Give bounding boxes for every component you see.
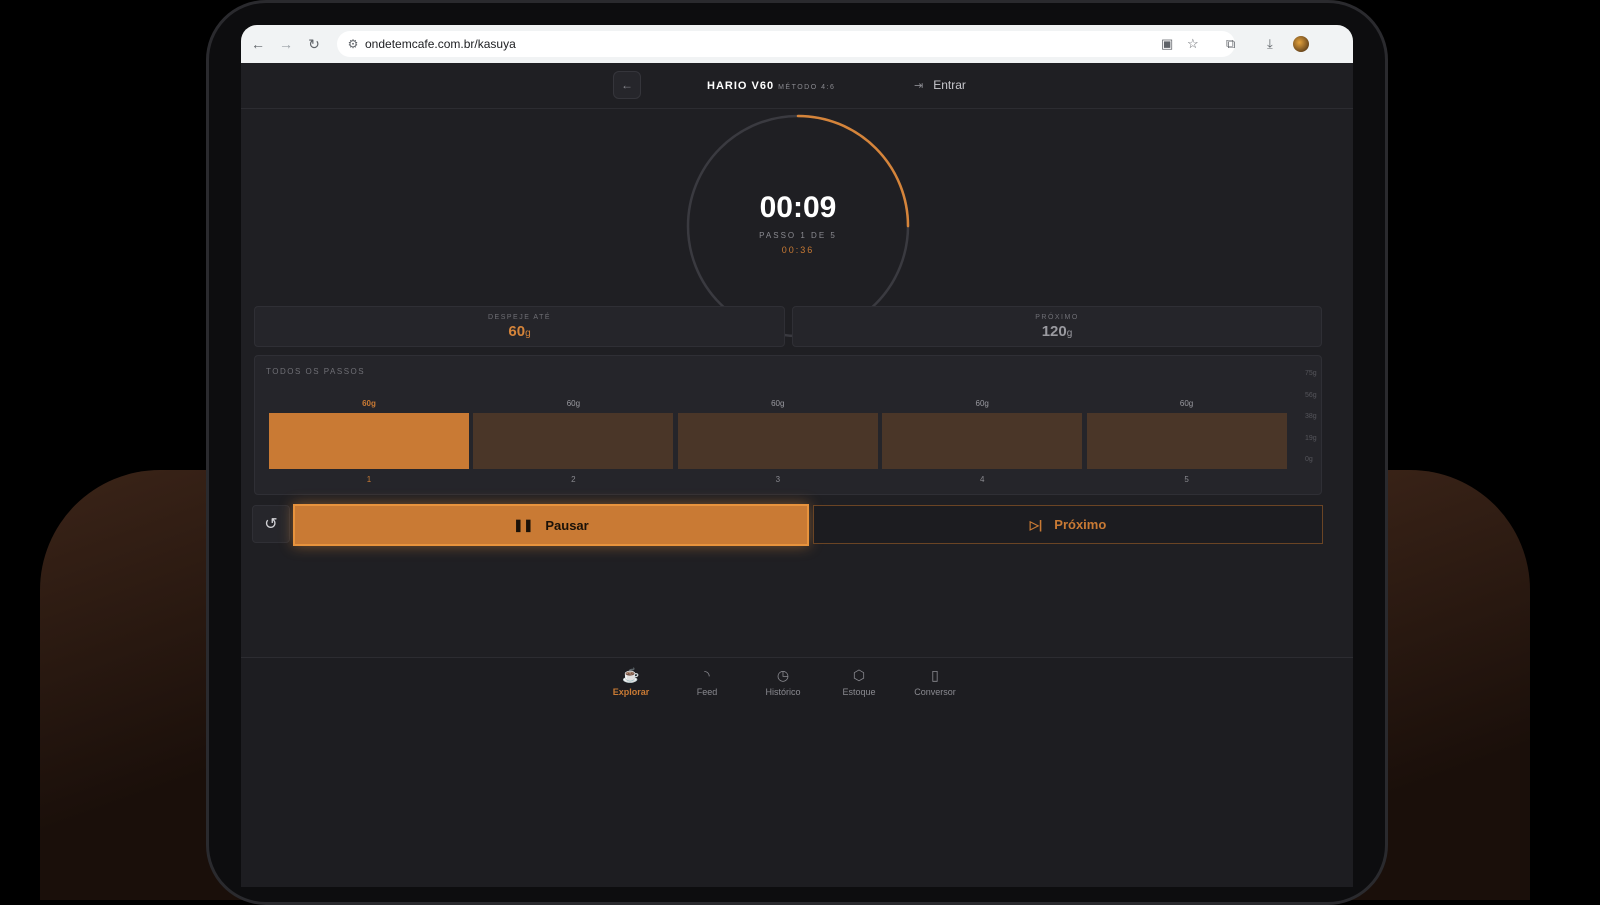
pour-target-number: 60: [508, 323, 526, 340]
pause-button[interactable]: ❚❚ Pausar: [293, 504, 809, 546]
next-pour-value: 120g: [793, 323, 1321, 340]
step-bar-category-label: 3: [775, 475, 781, 484]
nav-feed[interactable]: ◝ Feed: [677, 666, 737, 697]
address-bar[interactable]: ⚙ ondetemcafe.com.br/kasuya: [337, 31, 1235, 57]
step-bar-category-label: 1: [366, 475, 372, 484]
step-bar-category-label: 4: [979, 475, 985, 484]
pause-icon: ❚❚: [513, 518, 534, 532]
step-bar-value-label: 60g: [566, 399, 581, 408]
reset-button[interactable]: ↺: [252, 505, 290, 543]
nav-estoque[interactable]: ⬡ Estoque: [829, 666, 889, 697]
nav-feed-label: Feed: [696, 687, 718, 697]
pour-target-value: 60g: [255, 323, 784, 340]
clock-icon: ◷: [776, 667, 790, 683]
steps-chart: TODOS OS PASSOS 60g 1 60g 2 60g 3 60g 4 60g 5 75g 5…: [254, 355, 1322, 495]
nav-estoque-label: Estoque: [842, 687, 876, 697]
nav-conversor-label: Conversor: [914, 687, 956, 697]
login-button[interactable]: ⇥ Entrar: [914, 78, 966, 92]
install-app-icon[interactable]: ▣: [1161, 25, 1173, 63]
next-step-button[interactable]: ▷| Próximo: [813, 505, 1323, 544]
browser-forward-icon[interactable]: →: [275, 36, 297, 52]
nav-historico-label: Histórico: [765, 687, 801, 697]
step-indicator: PASSO 1 DE 5: [759, 231, 837, 240]
nav-explorar-label: Explorar: [612, 687, 650, 697]
recipe-name: HARIO V60: [707, 80, 775, 92]
next-pour-unit: g: [1066, 328, 1073, 339]
reset-icon: ↺: [264, 516, 278, 533]
y-axis-tick: 19g: [1305, 434, 1317, 442]
step-time: 00:36: [781, 245, 815, 255]
step-bar-value-label: 60g: [771, 399, 785, 408]
rss-icon: ◝: [704, 667, 710, 683]
step-bar-2: [473, 413, 674, 469]
download-icon[interactable]: ⤓: [1267, 25, 1273, 63]
nav-conversor[interactable]: ▯ Conversor: [905, 666, 965, 697]
pour-target-card: DESPEJE ATÉ 60g: [254, 306, 785, 347]
bookmark-star-icon[interactable]: ☆: [1187, 25, 1199, 63]
nav-explorar[interactable]: ☕ Explorar: [601, 666, 661, 697]
browser-toolbar: ← → ↻ ⚙ ondetemcafe.com.br/kasuya ▣ ☆ ⧉ …: [241, 25, 1353, 63]
tablet-screen: ← → ↻ ⚙ ondetemcafe.com.br/kasuya ▣ ☆ ⧉ …: [241, 25, 1353, 887]
y-axis-tick: 0g: [1305, 456, 1313, 463]
recipe-method: MÉTODO 4:6: [778, 84, 836, 91]
grinder-icon: ▯: [931, 667, 939, 683]
next-pour-card: PRÓXIMO 120g: [792, 306, 1322, 347]
reload-icon[interactable]: ↻: [303, 36, 325, 53]
login-label: Entrar: [933, 78, 966, 92]
app-header: ← HARIO V60 MÉTODO 4:6 ⇥ Entrar: [241, 63, 1353, 109]
extensions-icon[interactable]: ⧉: [1226, 25, 1235, 63]
next-pour-label: PRÓXIMO: [1035, 314, 1079, 321]
step-bar-5: [1086, 413, 1287, 469]
step-bar-value-label: 60g: [1179, 399, 1194, 408]
step-bar-value-label: 60g: [362, 399, 376, 408]
arrow-left-icon: ←: [621, 78, 633, 92]
coffee-cup-icon: ☕: [622, 667, 640, 683]
next-step-label: Próximo: [1054, 517, 1107, 532]
login-icon: ⇥: [914, 80, 924, 92]
next-pour-number: 120: [1041, 323, 1067, 340]
y-axis-tick: 75g: [1305, 370, 1317, 377]
elapsed-time: 00:09: [759, 191, 837, 224]
nav-historico[interactable]: ◷ Histórico: [753, 666, 813, 697]
step-bar-category-label: 5: [1184, 475, 1189, 484]
bottom-navigation: ☕ Explorar ◝ Feed ◷ Histórico ⬡ Estoque ▯ Con…: [241, 657, 1353, 887]
step-bar-value-label: 60g: [975, 399, 989, 408]
pause-label: Pausar: [545, 517, 589, 533]
box-icon: ⬡: [852, 667, 866, 683]
y-axis-tick: 56g: [1305, 391, 1317, 399]
site-settings-icon[interactable]: ⚙: [341, 37, 365, 51]
recipe-title: HARIO V60 MÉTODO 4:6: [707, 80, 835, 92]
pour-target-label: DESPEJE ATÉ: [487, 314, 552, 321]
url-text: ondetemcafe.com.br/kasuya: [365, 37, 516, 51]
back-button[interactable]: ←: [613, 71, 641, 99]
browser-back-icon[interactable]: ←: [247, 36, 269, 52]
pour-target-unit: g: [525, 328, 531, 339]
profile-avatar[interactable]: [1293, 25, 1309, 63]
step-bar-3: [677, 413, 878, 469]
step-bar-category-label: 2: [571, 475, 576, 484]
app-container: ← HARIO V60 MÉTODO 4:6 ⇥ Entrar 00:09 PASS…: [241, 63, 1353, 887]
skip-next-icon: ▷|: [1029, 517, 1043, 532]
step-bar-1: [269, 413, 469, 469]
y-axis-tick: 38g: [1305, 413, 1317, 420]
step-bar-4: [882, 413, 1083, 469]
steps-chart-title: TODOS OS PASSOS: [266, 367, 366, 376]
